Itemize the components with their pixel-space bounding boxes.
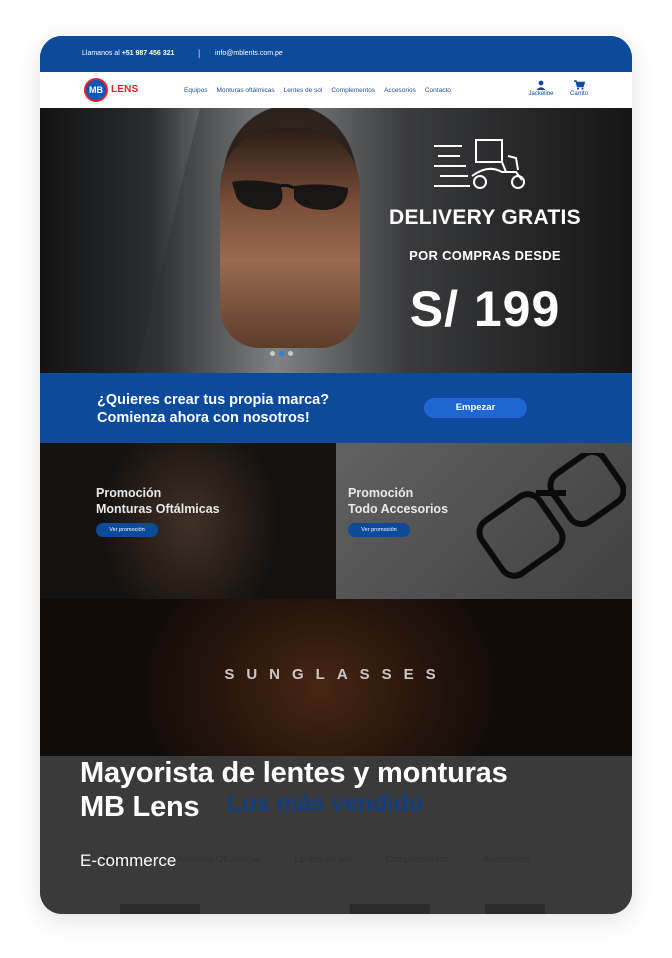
logo-word: LENS	[111, 84, 139, 95]
promo-title: Monturas Oftálmicas	[96, 502, 220, 516]
nav-item-equipos[interactable]: Equipos	[184, 87, 208, 94]
brand-logo[interactable]: MB LENS	[84, 78, 146, 102]
promo-card-accesorios[interactable]: Promoción Todo Accesorios Ver promoción	[336, 443, 632, 599]
cart-label: Carrito	[569, 91, 588, 97]
product-thumbnail[interactable]	[120, 904, 200, 914]
nav-item-lentes-sol[interactable]: Lentes de sol	[284, 87, 323, 94]
project-subtitle: E-commerce	[80, 851, 177, 870]
delivery-scooter-icon	[434, 139, 525, 189]
cart-icon	[562, 80, 596, 91]
cart-button[interactable]: Carrito	[562, 80, 596, 97]
model-photo	[220, 128, 360, 348]
hero-slider[interactable]: DELIVERY GRATIS POR COMPRAS DESDE S/ 199	[40, 108, 632, 373]
phone-prefix: Llamanos al	[82, 50, 120, 57]
slider-dots	[270, 351, 293, 356]
tab-accesorios[interactable]: Accesorios	[483, 854, 529, 865]
user-label: Jackeline	[528, 91, 554, 97]
phone-number: +51 987 456 321	[121, 50, 175, 57]
product-thumbnail[interactable]	[350, 904, 430, 914]
tab-lentes-sol[interactable]: Lentes de sol	[295, 854, 352, 865]
nav-item-accesorios[interactable]: Accesorios	[384, 87, 416, 94]
slider-dot-active[interactable]	[279, 351, 284, 356]
project-card: Llamanos al +51 987 456 321 | info@mblen…	[40, 36, 632, 914]
slider-dot[interactable]	[270, 351, 275, 356]
hero-subheadline: POR COMPRAS DESDE	[409, 248, 561, 263]
logo-badge: MB	[84, 78, 108, 102]
project-title-line1: Mayorista de lentes y monturas	[80, 757, 508, 789]
user-icon	[524, 80, 558, 91]
project-title: Mayorista de lentes y monturas MB Lens	[80, 756, 508, 824]
nav-menu: Equipos Monturas oftálmicas Lentes de so…	[184, 87, 451, 94]
nav-item-monturas[interactable]: Monturas oftálmicas	[217, 87, 275, 94]
promo-label: Promoción	[96, 486, 162, 500]
brand-cta-band: ¿Quieres crear tus propia marca? Comienz…	[40, 373, 632, 443]
hero-price: S/ 199	[409, 281, 561, 337]
phone-text[interactable]: Llamanos al +51 987 456 321	[82, 50, 174, 57]
sunglasses-banner[interactable]: SUNGLASSES	[40, 599, 632, 756]
nav-item-complementos[interactable]: Complementos	[331, 87, 375, 94]
promo-card-monturas[interactable]: Promoción Monturas Oftálmicas Ver promoc…	[40, 443, 336, 599]
tab-complementos[interactable]: Complementos	[385, 854, 449, 865]
nav-item-contacto[interactable]: Contacto	[425, 87, 451, 94]
promo-title: Todo Accesorios	[348, 502, 449, 516]
divider: |	[198, 48, 201, 58]
car-door-image	[40, 108, 200, 373]
user-account-button[interactable]: Jackeline	[524, 80, 558, 97]
sunglasses-image	[232, 180, 348, 210]
cta-question: ¿Quieres crear tus propia marca?	[97, 392, 330, 408]
main-navigation: MB LENS Equipos Monturas oftálmicas Lent…	[40, 72, 632, 108]
promo-label: Promoción	[348, 486, 414, 500]
product-thumbnail[interactable]	[485, 904, 545, 914]
view-promo-button[interactable]: Ver promoción	[348, 523, 410, 537]
tab-monturas[interactable]: Monturas Oftálmicas	[173, 854, 260, 865]
view-promo-button[interactable]: Ver promoción	[96, 523, 158, 537]
slider-dot[interactable]	[288, 351, 293, 356]
hero-headline: DELIVERY GRATIS	[389, 206, 581, 229]
email-link[interactable]: info@mblents.com.pe	[215, 50, 283, 57]
project-title-line2: MB Lens	[80, 791, 200, 823]
top-contact-bar: Llamanos al +51 987 456 321 | info@mblen…	[40, 36, 632, 72]
start-button[interactable]: Empezar	[424, 398, 527, 418]
promo-overlay	[40, 443, 336, 599]
promo-overlay	[336, 443, 632, 599]
bestsellers-section: Los más vendido Equipos Monturas Oftálmi…	[40, 756, 632, 914]
cta-subtext: Comienza ahora con nosotros!	[97, 410, 310, 426]
sunglasses-word: SUNGLASSES	[224, 666, 448, 683]
